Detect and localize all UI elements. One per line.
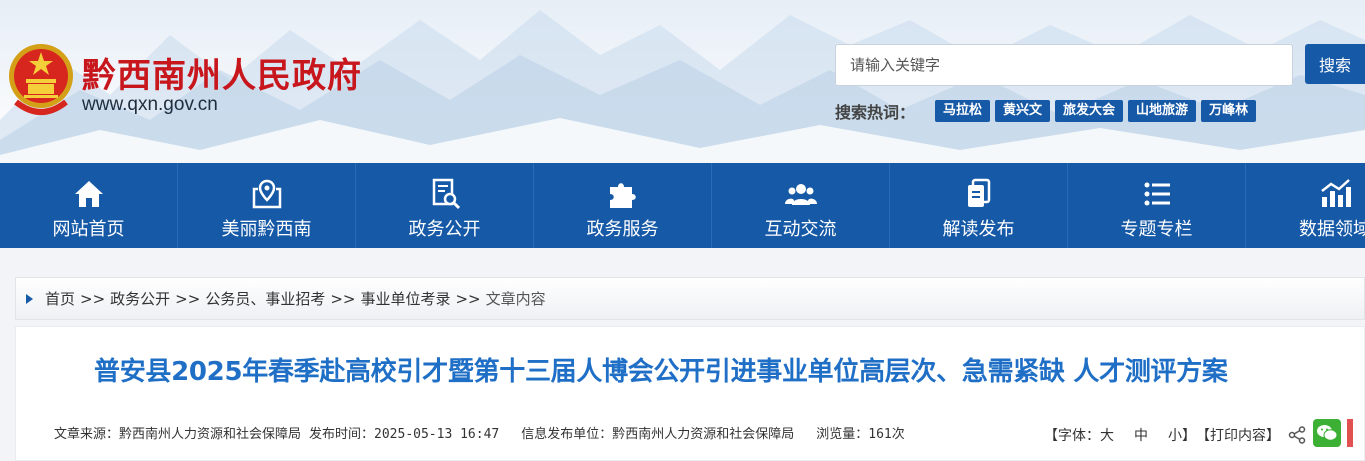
font-size-suffix: 】 <box>1182 428 1196 444</box>
breadcrumb-institution-recruitment[interactable]: 事业单位考录 <box>360 288 450 309</box>
hot-tag-wanfenglin[interactable]: 万峰林 <box>1201 100 1257 122</box>
article-panel: 普安县2025年春季赴高校引才暨第十三届人博会公开引进事业单位高层次、急需紧缺 … <box>15 326 1365 461</box>
hot-tag-huangxingwen[interactable]: 黄兴文 <box>995 100 1051 122</box>
hot-words-list: 马拉松 黄兴文 旅发大会 山地旅游 万峰林 <box>935 100 1257 122</box>
site-header: 黔西南州人民政府 www.qxn.gov.cn 搜索 搜索热词： 马拉松 黄兴文… <box>0 0 1365 163</box>
site-url: www.qxn.gov.cn <box>82 94 218 115</box>
nav-label: 数据领域 <box>1299 219 1365 240</box>
breadcrumb-separator: >> <box>330 289 356 308</box>
document-search-icon <box>432 178 460 210</box>
breadcrumb-arrow-icon <box>26 293 33 304</box>
nav-item-data-fields[interactable]: 数据领域 <box>1246 163 1365 248</box>
article-tools: 【字体： 大 中 小 】 【打印内容】 <box>1044 419 1353 447</box>
article-title: 普安县2025年春季赴高校引才暨第十三届人博会公开引进事业单位高层次、急需紧缺 … <box>94 357 1228 387</box>
home-icon <box>74 181 103 207</box>
breadcrumb-separator: >> <box>455 289 481 308</box>
article-source: 文章来源：黔西南州人力资源和社会保障局 <box>54 427 302 442</box>
weibo-icon[interactable] <box>1347 419 1353 447</box>
wechat-icon[interactable] <box>1313 419 1341 447</box>
search-input[interactable] <box>835 44 1293 86</box>
main-nav: 网站首页 美丽黔西南 政务公开 政务服务 互动交流 解读发布 专题专栏 数据领域 <box>0 163 1365 248</box>
nav-item-beautiful-qxn[interactable]: 美丽黔西南 <box>178 163 356 248</box>
breadcrumb-home[interactable]: 首页 <box>45 288 75 309</box>
nav-label: 美丽黔西南 <box>221 219 312 240</box>
article-meta: 文章来源：黔西南州人力资源和社会保障局 发布时间：2025-05-13 16:4… <box>54 423 913 442</box>
nav-label: 专题专栏 <box>1120 219 1193 240</box>
share-icon[interactable] <box>1288 426 1306 444</box>
font-medium-button[interactable]: 中 <box>1134 425 1148 445</box>
hot-words-label: 搜索热词： <box>835 103 916 122</box>
nav-label: 政务公开 <box>408 219 481 240</box>
wechat-glyph-icon <box>1317 425 1338 441</box>
nav-item-special-topics[interactable]: 专题专栏 <box>1068 163 1246 248</box>
article-views: 浏览量：161次 <box>816 427 905 442</box>
article-publish-time: 发布时间：2025-05-13 16:47 <box>309 427 500 442</box>
national-emblem-icon <box>9 44 73 115</box>
font-small-button[interactable]: 小 <box>1168 425 1182 445</box>
article-publisher: 信息发布单位：黔西南州人力资源和社会保障局 <box>521 427 795 442</box>
nav-item-home[interactable]: 网站首页 <box>0 163 178 248</box>
breadcrumb: 首页 >> 政务公开 >> 公务员、事业招考 >> 事业单位考录 >> 文章内容 <box>15 277 1365 320</box>
puzzle-icon <box>609 183 636 208</box>
breadcrumb-gov-affairs-open[interactable]: 政务公开 <box>110 288 170 309</box>
hot-tag-mountain-tourism[interactable]: 山地旅游 <box>1128 100 1197 122</box>
nav-label: 解读发布 <box>942 219 1015 240</box>
breadcrumb-civil-service-exams[interactable]: 公务员、事业招考 <box>205 288 325 309</box>
nav-label: 政务服务 <box>586 219 659 240</box>
font-size-prefix: 【字体： <box>1044 428 1100 444</box>
list-icon <box>1144 182 1170 206</box>
map-pin-icon <box>252 179 281 209</box>
breadcrumb-separator: >> <box>175 289 201 308</box>
nav-item-gov-services[interactable]: 政务服务 <box>534 163 712 248</box>
search-button[interactable]: 搜索 <box>1305 44 1365 84</box>
font-large-button[interactable]: 大 <box>1100 425 1114 445</box>
chart-icon <box>1321 179 1351 207</box>
hot-tag-tourism-conference[interactable]: 旅发大会 <box>1055 100 1124 122</box>
nav-item-interpretation[interactable]: 解读发布 <box>890 163 1068 248</box>
hot-tag-marathon[interactable]: 马拉松 <box>935 100 991 122</box>
breadcrumb-current: 文章内容 <box>485 290 546 308</box>
breadcrumb-separator: >> <box>80 289 106 308</box>
files-icon <box>967 178 990 207</box>
users-icon <box>784 184 817 205</box>
site-title[interactable]: 黔西南州人民政府 <box>82 48 362 97</box>
nav-label: 互动交流 <box>764 219 837 240</box>
nav-item-interaction[interactable]: 互动交流 <box>712 163 890 248</box>
nav-label: 网站首页 <box>52 219 125 240</box>
print-button[interactable]: 【打印内容】 <box>1196 425 1280 445</box>
nav-item-gov-affairs-open[interactable]: 政务公开 <box>356 163 534 248</box>
